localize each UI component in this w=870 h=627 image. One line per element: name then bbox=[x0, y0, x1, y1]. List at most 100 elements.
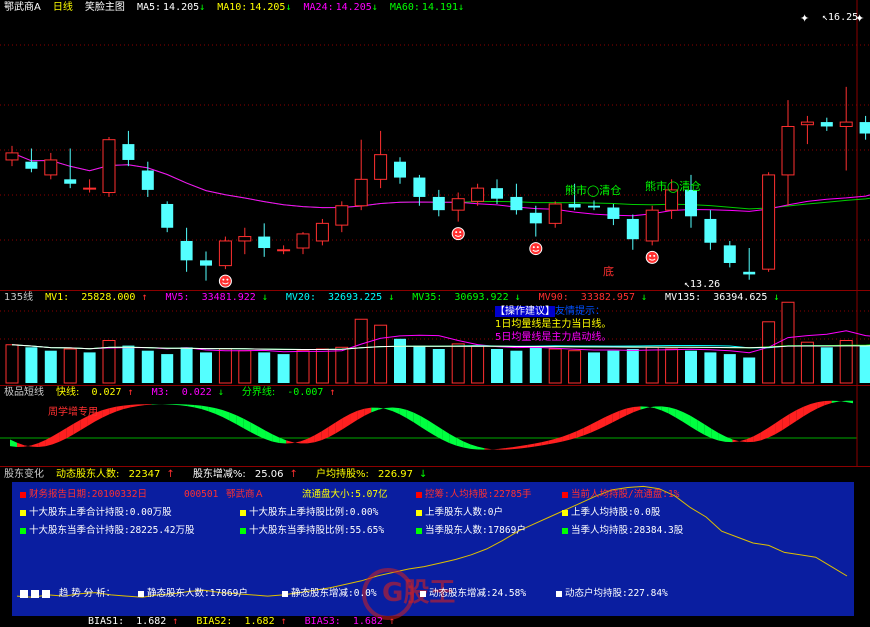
smiley-eye bbox=[653, 254, 656, 257]
bias2-arrow: ↑ bbox=[280, 617, 287, 627]
static-holders: 静态股东人数:17869户 bbox=[138, 588, 248, 600]
white-square-icon bbox=[420, 590, 426, 597]
mv135-arrow: ↓ bbox=[773, 292, 780, 303]
oscillator-ribbon-segment bbox=[697, 419, 705, 435]
smiley-eye bbox=[649, 254, 652, 257]
avg-holding: 户均持股%: 226.97 ↓ bbox=[316, 469, 433, 480]
candle-body bbox=[102, 139, 116, 194]
volume-bar bbox=[723, 354, 736, 383]
white-square-icon bbox=[556, 590, 562, 597]
oscillator-ribbon-segment bbox=[350, 410, 358, 425]
oscillator-ribbon-segment bbox=[675, 409, 683, 422]
candle-body bbox=[432, 196, 445, 211]
stock-name-cell: 鄂武商Ａ bbox=[226, 489, 265, 500]
oscillator-ribbon-segment bbox=[803, 404, 811, 417]
oscillator-ribbon-segment bbox=[690, 415, 698, 431]
volume-bar bbox=[218, 348, 232, 384]
operation-tip: 【操作建议】友情提示： 1日均量线是主力当日线。 5日均量线是主力启动线。 bbox=[495, 305, 611, 344]
oscillator-ribbon-segment bbox=[817, 401, 825, 409]
top10-cur-ratio: 十大股东当季持股比例:55.65% bbox=[240, 525, 384, 537]
candle-body bbox=[723, 245, 736, 263]
ma10-label: MA10: bbox=[217, 2, 248, 13]
oscillator-pane[interactable]: 极品短线 快线: 0.027 ↑ M3: 0.022 ↓ 分界线: -0.007 ↑ … bbox=[0, 386, 870, 467]
volume-bar bbox=[451, 343, 465, 384]
volume-bar bbox=[645, 346, 659, 384]
volume-bar bbox=[859, 345, 870, 383]
smiley-icon bbox=[451, 227, 465, 241]
oscillator-ribbon-segment bbox=[583, 424, 591, 436]
candle-body bbox=[394, 161, 406, 178]
oscillator-ribbon-segment bbox=[498, 448, 506, 450]
oscillator-ribbon-segment bbox=[229, 412, 237, 425]
volume-bar bbox=[510, 350, 523, 383]
star-icon: ✦ bbox=[800, 12, 809, 25]
tip-line-2: 5日均量线是主力启动线。 bbox=[495, 332, 612, 343]
oscillator-ribbon-segment bbox=[222, 410, 230, 421]
oscillator-title: 极品短线 bbox=[4, 387, 44, 398]
oscillator-ribbon-segment bbox=[520, 444, 528, 449]
oscillator-ribbon-segment bbox=[845, 400, 853, 404]
candle-body bbox=[296, 233, 310, 249]
candle-body bbox=[277, 249, 291, 252]
mode-label[interactable]: 笑脸主图 bbox=[85, 2, 125, 13]
oscillator-ribbon-segment bbox=[463, 441, 471, 449]
candle-body bbox=[548, 203, 562, 224]
volume-bar bbox=[685, 350, 697, 383]
volume-bar bbox=[800, 341, 814, 384]
bias3-arrow: ↑ bbox=[388, 617, 395, 627]
static-holders-text: 静态股东人数:17869户 bbox=[147, 588, 248, 599]
oscillator-ribbon-segment bbox=[640, 406, 648, 410]
volume-bar bbox=[839, 340, 853, 384]
candle-body bbox=[44, 159, 58, 176]
ma5-label: MA5: bbox=[136, 2, 162, 13]
oscillator-ribbon-segment bbox=[831, 400, 839, 403]
volume-bar bbox=[44, 350, 57, 383]
candle-body bbox=[5, 152, 19, 161]
dynamic-avg-text: 动态户均持股:227.84% bbox=[565, 588, 668, 599]
volume-bar bbox=[743, 357, 756, 383]
high-price-label: ↖16.25 bbox=[822, 12, 859, 23]
oscillator-ribbon-segment bbox=[130, 404, 138, 408]
smiley-eye bbox=[459, 231, 462, 234]
candle-body bbox=[122, 144, 135, 160]
volume-chart[interactable] bbox=[0, 291, 870, 385]
oscillator-ribbon-segment bbox=[307, 435, 315, 444]
oscillator-ribbon-segment bbox=[838, 400, 846, 402]
period-label[interactable]: 日线 bbox=[53, 2, 73, 13]
boundary-label: 分界线: bbox=[241, 387, 276, 398]
main-chart-pane[interactable]: ✦ ✦ 鄂武商A 日线 笑脸主图 MA5: 14.205↓ MA10: 14.205↓… bbox=[0, 0, 870, 291]
top10-prev-total: 十大股东上季合计持股:0.00万股 bbox=[20, 507, 172, 519]
candlestick-chart[interactable]: ✦ ✦ bbox=[0, 0, 870, 290]
candle-body bbox=[413, 177, 426, 197]
candle-body bbox=[568, 203, 581, 208]
oscillator-ribbon-segment bbox=[265, 430, 273, 442]
volume-bar bbox=[781, 301, 795, 384]
low-price-label: ↖13.26 bbox=[684, 279, 721, 290]
boundary-arrow: ↑ bbox=[329, 387, 336, 398]
oscillator-ribbon-segment bbox=[824, 400, 832, 406]
candle-body bbox=[859, 122, 870, 134]
oscillator-ribbon-segment bbox=[704, 424, 712, 439]
mv20-arrow: ↓ bbox=[388, 292, 395, 303]
cur-avg: 当季人均持股:28384.3股 bbox=[562, 525, 683, 537]
candle-body bbox=[25, 161, 38, 169]
dynamic-avg: 动态户均持股:227.84% bbox=[556, 588, 668, 600]
candle-body bbox=[762, 174, 776, 270]
oscillator-ribbon-segment bbox=[718, 432, 726, 442]
volume-pane[interactable]: 135线 MV1: 25828.000 ↑ MV5: 33481.922 ↓ MV2… bbox=[0, 291, 870, 386]
candle-body bbox=[529, 212, 542, 224]
red-square-icon bbox=[416, 491, 422, 498]
oscillator-ribbon-segment bbox=[420, 416, 428, 432]
candle-body bbox=[626, 218, 639, 240]
dynamic-holders-value: 22347 bbox=[128, 469, 161, 480]
candle-body bbox=[451, 198, 465, 211]
volume-bar bbox=[354, 318, 368, 384]
red-square-icon bbox=[20, 491, 26, 498]
prev-holders: 上季股东人数:0户 bbox=[416, 507, 503, 519]
mv5-value: 33481.922 bbox=[201, 292, 256, 303]
chip-control-text: 控筹:人均持股:22785手 bbox=[425, 489, 532, 500]
volume-bar bbox=[335, 346, 349, 384]
mv20-label: MV20: bbox=[285, 292, 316, 303]
oscillator-ribbon-segment bbox=[562, 434, 570, 442]
white-square-icon bbox=[31, 589, 39, 598]
